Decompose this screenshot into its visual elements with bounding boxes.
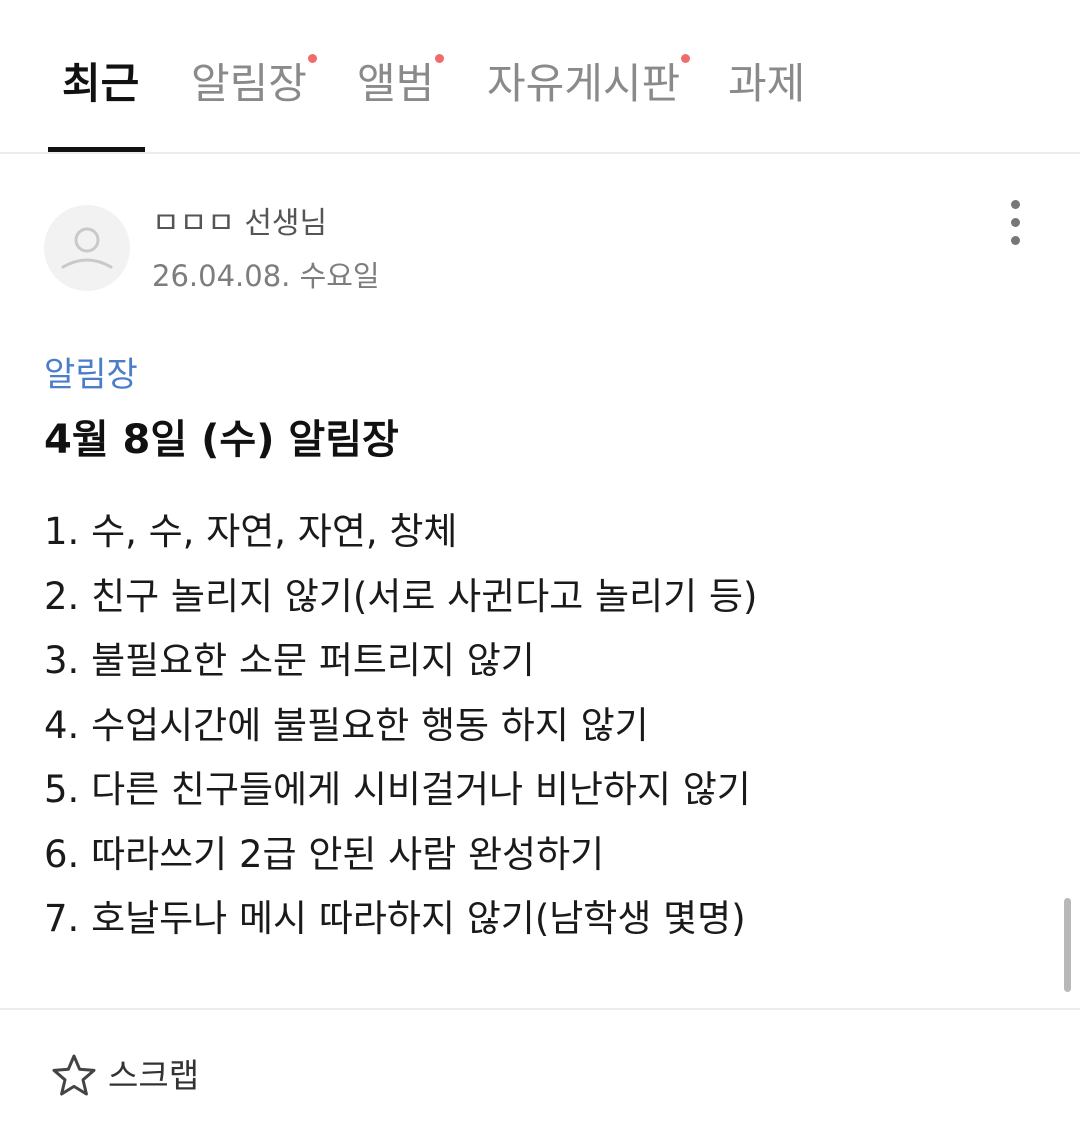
scrollbar[interactable] — [1064, 898, 1071, 992]
avatar — [44, 205, 130, 291]
notification-dot-icon — [307, 54, 317, 63]
post-title: 4월 8일 (수) 알림장 — [44, 417, 399, 463]
tab-recent[interactable]: 최근 — [62, 56, 139, 112]
tab-free-board[interactable]: 자유게시판 — [487, 54, 691, 112]
notification-dot-icon — [681, 54, 691, 63]
tab-assignment[interactable]: 과제 — [728, 56, 805, 112]
more-vertical-icon-dot — [1011, 236, 1020, 245]
post-body: 1. 수, 수, 자연, 자연, 창체 2. 친구 놀리지 않기(서로 사귄다고… — [44, 500, 757, 952]
tab-label: 최근 — [62, 59, 140, 108]
list-item: 5. 다른 친구들에게 시비걸거나 비난하지 않기 — [44, 768, 751, 811]
tab-label: 자유게시판 — [487, 59, 681, 108]
tab-bar: 최근 알림장 앨범 자유게시판 과제 — [0, 0, 1080, 154]
star-outline-icon — [52, 1054, 96, 1096]
list-item: 2. 친구 놀리지 않기(서로 사귄다고 놀리기 등) — [44, 574, 758, 618]
more-vertical-icon — [1011, 200, 1020, 209]
list-item: 3. 불필요한 소문 퍼트리지 않기 — [44, 639, 535, 682]
list-item: 7. 호날두나 메시 따라하지 않기(남학생 몇명) — [44, 897, 746, 940]
person-icon — [61, 227, 113, 269]
more-options-button[interactable] — [996, 196, 1036, 252]
scrap-button[interactable]: 스크랩 — [50, 1052, 199, 1100]
post-date: 26.04.08. 수요일 — [152, 259, 380, 293]
tab-label: 알림장 — [191, 59, 307, 108]
post-category: 알림장 — [44, 355, 138, 395]
scrap-label: 스크랩 — [108, 1056, 200, 1095]
list-item: 1. 수, 수, 자연, 자연, 창체 — [44, 510, 458, 553]
tab-album[interactable]: 앨범 — [357, 54, 445, 112]
tab-label: 과제 — [728, 59, 806, 108]
tab-notice[interactable]: 알림장 — [191, 54, 317, 112]
more-vertical-icon-dot — [1011, 218, 1020, 227]
list-item: 4. 수업시간에 불필요한 행동 하지 않기 — [44, 703, 649, 747]
notification-dot-icon — [435, 54, 445, 63]
notice-page: 최근 알림장 앨범 자유게시판 과제 ㅁㅁㅁ 선생님 26.04.08. 수요일 — [0, 0, 1080, 1142]
author-name: ㅁㅁㅁ 선생님 — [152, 206, 328, 241]
divider — [0, 1008, 1080, 1010]
tab-label: 앨범 — [357, 59, 435, 108]
list-item: 6. 따라쓰기 2급 안된 사람 완성하기 — [44, 832, 605, 876]
active-tab-indicator — [48, 147, 145, 152]
